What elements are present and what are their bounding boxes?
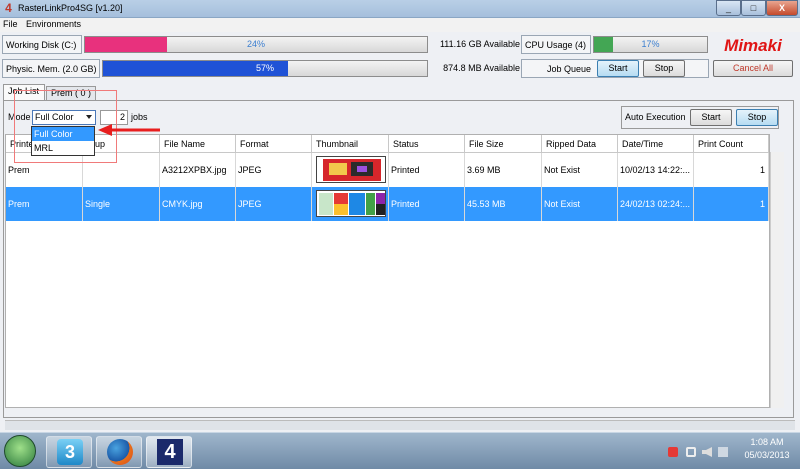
cell-printer: Prem [6,187,83,221]
column-header-status[interactable]: Status [389,135,465,153]
menu-environments[interactable]: Environments [26,19,81,29]
auto-stop-button[interactable]: Stop [736,109,778,126]
phys-mem-bar: 57% [102,60,428,77]
column-header-print-count[interactable]: Print Count [694,135,769,153]
cell-format: JPEG [236,187,312,221]
taskbar-clock[interactable]: 1:08 AM 05/03/2013 [738,436,796,462]
start-button[interactable] [4,435,36,467]
cell-status: Printed [389,153,465,187]
cell-date-time: 24/02/13 02:24:... [618,187,694,221]
working-disk-percent: 24% [246,39,265,49]
auto-execution-label: Auto Execution [625,112,686,122]
close-button[interactable]: X [766,0,798,16]
cell-ripped-data: Not Exist [542,153,618,187]
column-header-ripped-data[interactable]: Ripped Data [542,135,618,153]
cell-print-count: 1 [694,187,769,221]
cell-date-time: 10/02/13 14:22:... [618,153,694,187]
vertical-scrollbar[interactable] [770,152,784,408]
job-queue-start-button[interactable]: Start [597,60,639,77]
menu-bar: File Environments [0,18,800,32]
firefox-icon[interactable] [96,436,142,468]
mimaki-logo: Mimaki [724,36,782,55]
phys-mem-available: 874.8 MB Available [443,63,520,73]
job-queue-stop-button[interactable]: Stop [643,60,685,77]
table-row[interactable]: Prem A3212XPBX.jpg JPEG Printed 3.69 MB … [6,153,769,187]
mode-option-mrl[interactable]: MRL [32,141,94,155]
app-3-icon[interactable]: 3 [46,436,92,468]
title-bar[interactable]: 4 RasterLinkPro4SG [v1.20] _ □ X [0,0,800,18]
table-row-selected[interactable]: Prem Single CMYK.jpg JPEG Printed 45.53 … [6,187,769,221]
column-header-format[interactable]: Format [236,135,312,153]
column-header-thumbnail[interactable]: Thumbnail [312,135,389,153]
job-table: Printe roup File Name Format Thumbnail S… [5,134,770,408]
cell-print-count: 1 [694,153,769,187]
tray-icon[interactable] [718,447,728,457]
column-header-file-name[interactable]: File Name [160,135,236,153]
rasterlink-icon[interactable]: 4 [146,436,192,468]
working-disk-available: 111.16 GB Available [439,39,520,49]
cell-file-size: 3.69 MB [465,153,542,187]
jobs-label: jobs [131,112,148,122]
app-3-glyph: 3 [57,439,83,465]
app-icon: 4 [5,1,12,15]
network-icon[interactable] [686,447,696,457]
column-header-date-time[interactable]: Date/Time [618,135,694,153]
working-disk-bar: 24% [84,36,428,53]
phys-mem-percent: 57% [255,63,274,73]
window-title: RasterLinkPro4SG [v1.20] [18,3,123,13]
cancel-all-button[interactable]: Cancel All [713,60,793,77]
working-disk-label: Working Disk (C:) [2,35,82,54]
cell-file-name: CMYK.jpg [160,187,236,221]
cpu-usage-label: CPU Usage (4) [521,35,591,54]
taskbar: 3 4 [0,432,800,469]
clock-date: 05/03/2013 [744,450,790,460]
menu-file[interactable]: File [3,19,18,29]
cpu-usage-percent: 17% [641,39,660,49]
app-window: 4 RasterLinkPro4SG [v1.20] _ □ X File En… [0,0,800,432]
horizontal-scrollbar[interactable] [5,420,795,430]
phys-mem-label: Physic. Mem. (2.0 GB) [2,59,100,78]
minimize-button[interactable]: _ [716,0,741,16]
cell-file-size: 45.53 MB [465,187,542,221]
cell-format: JPEG [236,153,312,187]
cpu-usage-bar: 17% [593,36,708,53]
annotation-arrow-icon [98,124,160,136]
auto-start-button[interactable]: Start [690,109,732,126]
thumbnail-image [316,190,386,217]
cell-thumbnail [312,187,389,221]
cell-file-name: A3212XPBX.jpg [160,153,236,187]
column-header-file-size[interactable]: File Size [465,135,542,153]
cell-status: Printed [389,187,465,221]
mode-dropdown-list: Full Color MRL [31,126,95,156]
cell-ripped-data: Not Exist [542,187,618,221]
maximize-button[interactable]: □ [741,0,766,16]
cell-thumbnail [312,153,389,187]
rasterlink-glyph: 4 [157,439,183,465]
thumbnail-image [316,156,386,183]
volume-icon[interactable] [702,447,712,457]
cell-group: Single [83,187,160,221]
clock-time: 1:08 AM [750,437,784,447]
flag-icon[interactable] [668,447,678,457]
mode-option-full-color[interactable]: Full Color [32,127,94,141]
